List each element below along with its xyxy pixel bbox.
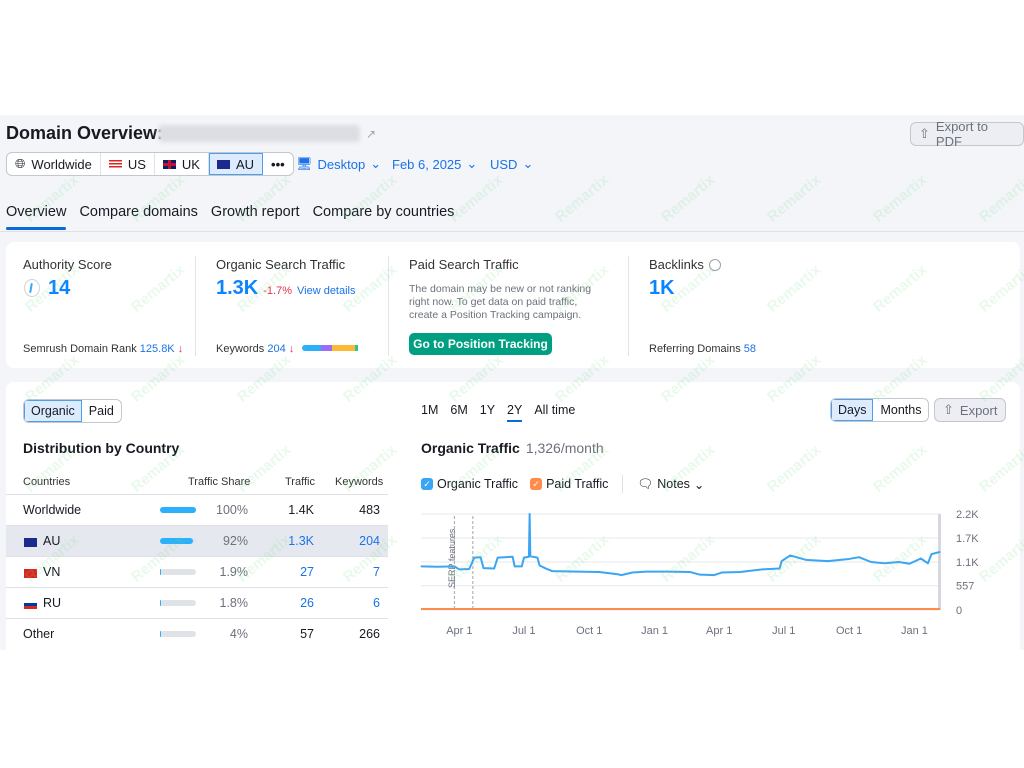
- organic-data-point: [870, 561, 872, 563]
- organic-data-point: [749, 570, 751, 572]
- organic-data-point: [539, 564, 541, 566]
- organic-data-point: [645, 571, 647, 573]
- organic-data-point: [930, 553, 932, 555]
- y-tick-label: 557: [956, 581, 974, 593]
- x-tick-label: Oct 1: [576, 625, 602, 637]
- organic-data-point: [473, 557, 475, 559]
- organic-data-point: [689, 571, 691, 573]
- organic-data-point: [667, 571, 669, 573]
- organic-data-point: [468, 568, 470, 570]
- organic-data-point: [898, 561, 900, 563]
- organic-data-point: [762, 568, 764, 570]
- organic-data-point: [827, 560, 829, 562]
- organic-data-point: [536, 557, 538, 559]
- organic-data-point: [420, 565, 422, 567]
- x-tick-label: Apr 1: [706, 625, 732, 637]
- organic-data-point: [858, 556, 860, 558]
- organic-data-point: [789, 554, 791, 556]
- organic-data-point: [458, 568, 460, 570]
- organic-data-point: [699, 574, 701, 576]
- x-tick-label: Jul 1: [512, 625, 535, 637]
- organic-data-point: [739, 571, 741, 573]
- organic-traffic-line: [420, 513, 941, 577]
- organic-data-point: [721, 571, 723, 573]
- organic-data-point: [551, 570, 553, 572]
- x-tick-label: Jan 1: [641, 625, 668, 637]
- y-tick-label: 0: [956, 605, 962, 617]
- x-tick-label: Jul 1: [772, 625, 795, 637]
- organic-data-point: [521, 565, 523, 567]
- organic-data-point: [598, 571, 600, 573]
- organic-data-point: [781, 560, 783, 562]
- organic-data-point: [908, 563, 910, 565]
- serp-features-annotation: SERP features: [447, 528, 457, 588]
- x-tick-label: Oct 1: [836, 625, 862, 637]
- organic-data-point: [514, 565, 516, 567]
- organic-data-point: [577, 571, 579, 573]
- organic-data-point: [497, 557, 499, 559]
- organic-data-point: [939, 551, 941, 553]
- organic-data-point: [529, 555, 531, 557]
- organic-data-point: [528, 556, 530, 558]
- organic-data-point: [493, 568, 495, 570]
- y-tick-label: 2.2K: [956, 509, 979, 521]
- organic-data-point: [620, 574, 622, 576]
- y-tick-label: 1.7K: [956, 533, 979, 545]
- organic-data-point: [453, 565, 455, 567]
- organic-data-point: [927, 562, 929, 564]
- organic-data-point: [632, 571, 634, 573]
- organic-data-point: [805, 559, 807, 561]
- x-tick-label: Jan 1: [901, 625, 928, 637]
- organic-data-point: [545, 568, 547, 570]
- organic-data-point: [523, 557, 525, 559]
- organic-data-point: [920, 558, 922, 560]
- organic-data-point: [617, 573, 619, 575]
- organic-traffic-chart[interactable]: 0 557 1.1K 1.7K 2.2K Apr 1 Jul 1 Oct 1 Jan 1 Apr …: [0, 0, 1024, 768]
- organic-data-point: [779, 568, 781, 570]
- organic-data-point: [482, 567, 484, 569]
- organic-data-point: [884, 562, 886, 564]
- x-tick-label: Apr 1: [446, 625, 472, 637]
- organic-data-point: [529, 513, 531, 515]
- y-tick-label: 1.1K: [956, 557, 979, 569]
- organic-data-point: [713, 574, 715, 576]
- organic-data-point: [480, 556, 482, 558]
- chart-scroll-handle: [938, 514, 941, 610]
- organic-data-point: [848, 558, 850, 560]
- organic-data-point: [512, 556, 514, 558]
- organic-data-point: [436, 566, 438, 568]
